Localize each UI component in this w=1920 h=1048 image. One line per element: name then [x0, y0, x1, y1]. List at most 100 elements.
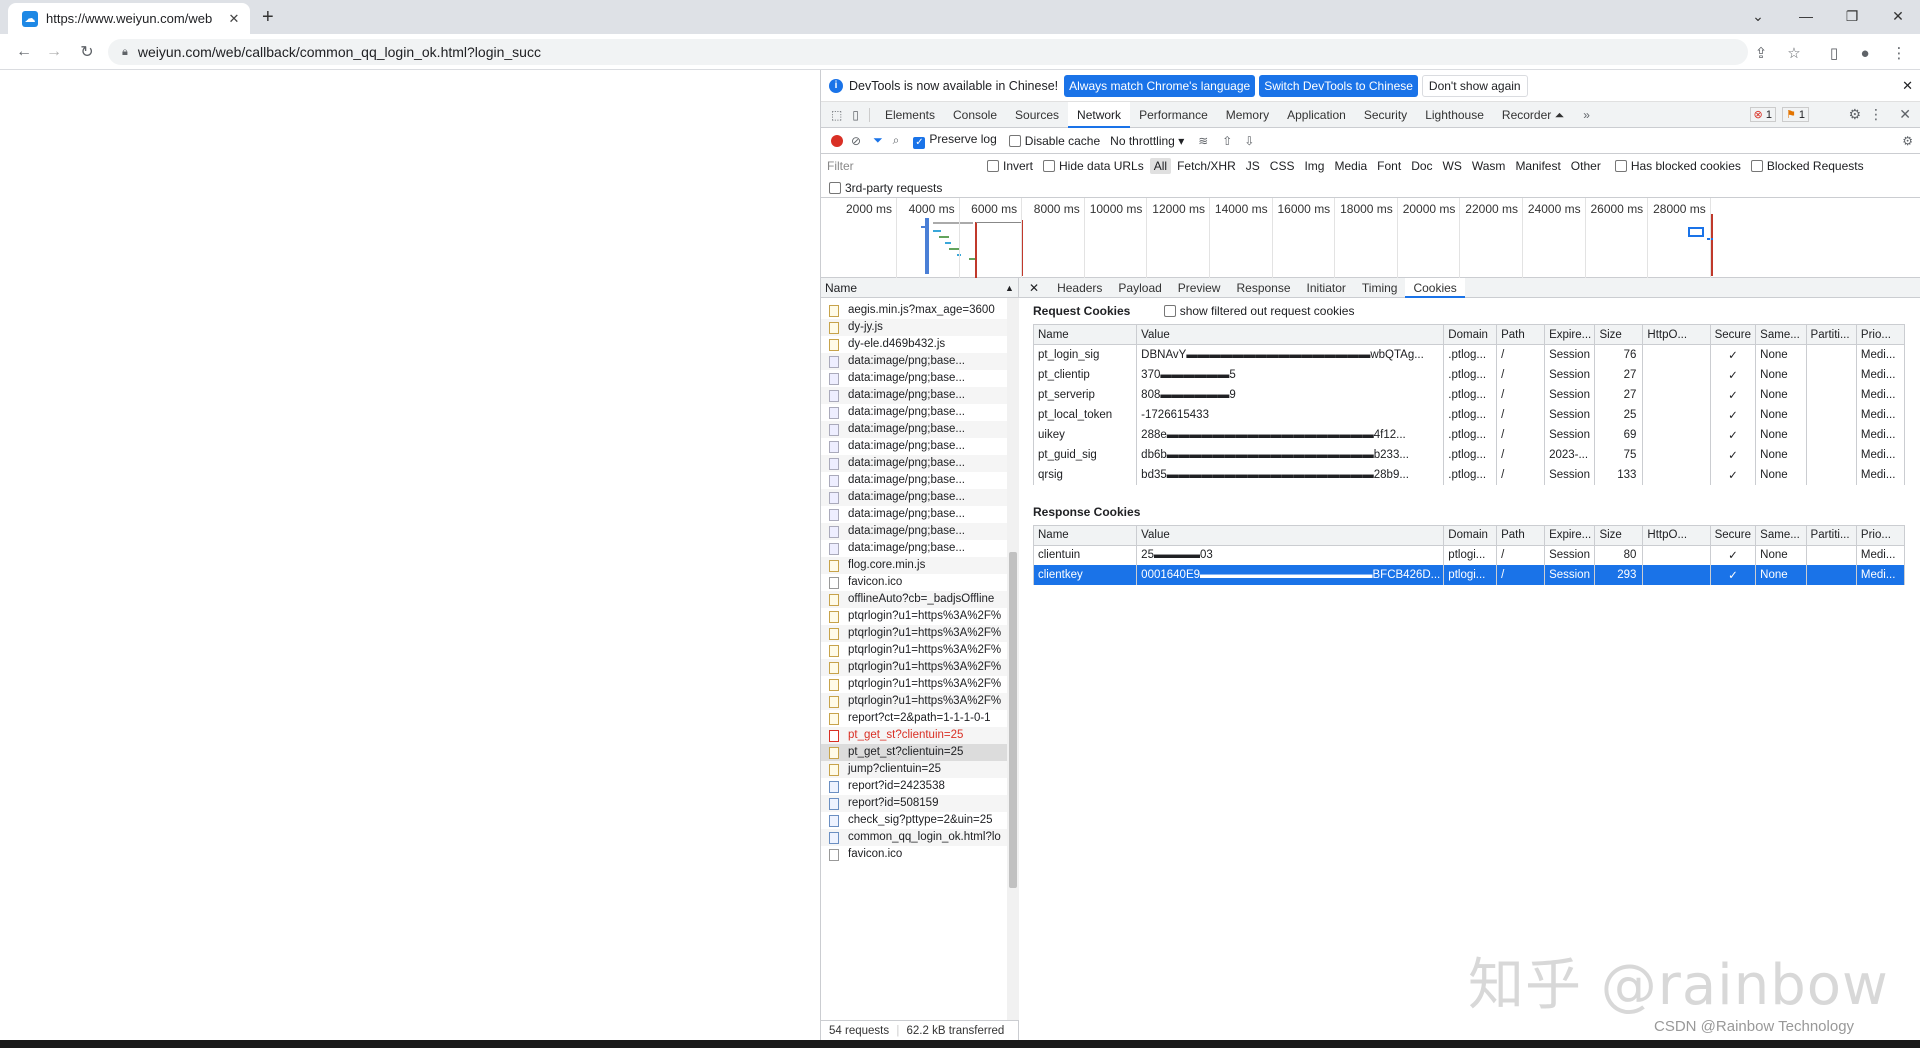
request-row[interactable]: favicon.ico — [821, 846, 1018, 863]
inspect-element-icon[interactable]: ⬚ — [821, 108, 848, 122]
devtools-tab-console[interactable]: Console — [944, 102, 1006, 128]
devtools-tab-network[interactable]: Network — [1068, 101, 1131, 128]
request-row[interactable]: pt_get_st?clientuin=25 — [821, 727, 1018, 744]
request-row[interactable]: pt_get_st?clientuin=25 — [821, 744, 1018, 761]
cookie-column-header[interactable]: Domain — [1443, 524, 1498, 546]
dont-show-again-button[interactable]: Don't show again — [1421, 74, 1528, 97]
filter-input[interactable]: Filter — [827, 159, 987, 173]
request-row[interactable]: data:image/png;base... — [821, 472, 1018, 489]
cookie-row[interactable]: pt_local_token -1726615433 .ptlog... / Sessi… — [1032, 404, 1906, 425]
cookie-column-header[interactable]: Size — [1594, 324, 1644, 345]
switch-to-chinese-button[interactable]: Switch DevTools to Chinese — [1259, 74, 1418, 97]
request-row[interactable]: data:image/png;base... — [821, 404, 1018, 421]
invert-checkbox[interactable]: Invert — [987, 159, 1033, 173]
filter-funnel-icon[interactable]: ⏷ — [873, 133, 883, 148]
side-panel-icon[interactable]: ▯ — [1823, 42, 1845, 64]
name-column-header[interactable]: Name ▲ — [821, 278, 1018, 298]
cookie-column-header[interactable]: Value — [1136, 524, 1445, 546]
cookie-column-header[interactable]: Same... — [1755, 524, 1807, 546]
cookie-column-header[interactable]: Partiti... — [1805, 524, 1857, 546]
request-row[interactable]: check_sig?pttype=2&uin=25 — [821, 812, 1018, 829]
request-row[interactable]: data:image/png;base... — [821, 438, 1018, 455]
disable-cache-checkbox[interactable]: Disable cache — [1008, 134, 1100, 148]
detail-tab-timing[interactable]: Timing — [1354, 278, 1406, 298]
close-devtools-icon[interactable]: ✕ — [1899, 106, 1911, 123]
request-row[interactable]: data:image/png;base... — [821, 370, 1018, 387]
devtools-tab-performance[interactable]: Performance — [1130, 102, 1217, 128]
request-row[interactable]: report?id=508159 — [821, 795, 1018, 812]
bookmark-star-icon[interactable]: ☆ — [1783, 42, 1805, 64]
cookie-row[interactable]: clientkey 0001640E9▬▬▬▬▬▬▬▬▬▬▬▬▬▬▬BFCB426… — [1032, 565, 1906, 585]
request-row[interactable]: jump?clientuin=25 — [821, 761, 1018, 778]
filter-type-manifest[interactable]: Manifest — [1511, 158, 1564, 174]
filter-type-wasm[interactable]: Wasm — [1468, 158, 1510, 174]
request-row[interactable]: ptqrlogin?u1=https%3A%2F% — [821, 608, 1018, 625]
warning-count-badge[interactable]: ⚑ 1 — [1781, 107, 1809, 122]
devtools-menu-icon[interactable]: ⋮ — [1869, 106, 1883, 123]
hide-data-urls-checkbox[interactable]: Hide data URLs — [1043, 159, 1144, 173]
third-party-checkbox[interactable]: 3rd-party requests — [829, 181, 942, 195]
request-row[interactable]: report?ct=2&path=1-1-1-0-1 — [821, 710, 1018, 727]
filter-type-img[interactable]: Img — [1300, 158, 1328, 174]
detail-tab-payload[interactable]: Payload — [1110, 278, 1169, 298]
devtools-tab-sources[interactable]: Sources — [1006, 102, 1068, 128]
cookie-column-header[interactable]: Partiti... — [1805, 324, 1857, 345]
filter-type-ws[interactable]: WS — [1439, 158, 1466, 174]
request-row[interactable]: data:image/png;base... — [821, 455, 1018, 472]
filter-type-media[interactable]: Media — [1330, 158, 1371, 174]
profile-avatar-icon[interactable]: ● — [1854, 42, 1876, 64]
request-row[interactable]: ptqrlogin?u1=https%3A%2F% — [821, 642, 1018, 659]
minimize-icon[interactable]: — — [1784, 4, 1828, 28]
blocked-requests-checkbox[interactable]: Blocked Requests — [1750, 159, 1864, 173]
cookie-column-header[interactable]: Expire... — [1544, 324, 1596, 345]
detail-tab-response[interactable]: Response — [1228, 278, 1298, 298]
search-icon[interactable]: ⌕ — [893, 133, 900, 148]
detail-tab-cookies[interactable]: Cookies — [1405, 277, 1465, 298]
request-row[interactable]: report?id=2423538 — [821, 778, 1018, 795]
cookie-row[interactable]: pt_clientip 370▬▬▬▬▬▬5 .ptlog... / Session 27… — [1032, 364, 1906, 385]
request-row[interactable]: ptqrlogin?u1=https%3A%2F% — [821, 625, 1018, 642]
request-row[interactable]: data:image/png;base... — [821, 506, 1018, 523]
share-icon[interactable]: ⇪ — [1750, 42, 1772, 64]
export-har-icon[interactable]: ⇩ — [1244, 134, 1254, 148]
cookie-column-header[interactable]: Name — [1032, 524, 1138, 546]
detail-tab-initiator[interactable]: Initiator — [1299, 278, 1354, 298]
filter-type-css[interactable]: CSS — [1266, 158, 1299, 174]
request-row[interactable]: ptqrlogin?u1=https%3A%2F% — [821, 659, 1018, 676]
tab-close-icon[interactable]: ✕ — [226, 11, 242, 27]
cookie-row[interactable]: pt_guid_sig db6b▬▬▬▬▬▬▬▬▬▬▬▬▬▬▬▬▬▬b233...… — [1032, 444, 1906, 465]
cookie-column-header[interactable]: Path — [1496, 324, 1546, 345]
cookie-column-header[interactable]: Same... — [1755, 324, 1807, 345]
devtools-tab-memory[interactable]: Memory — [1217, 102, 1278, 128]
clear-icon[interactable]: ⊘ — [851, 134, 861, 148]
filter-type-fetchxhr[interactable]: Fetch/XHR — [1173, 158, 1240, 174]
show-filtered-cookies-checkbox[interactable]: show filtered out request cookies — [1163, 304, 1354, 318]
has-blocked-cookies-checkbox[interactable]: Has blocked cookies — [1614, 159, 1741, 173]
request-row[interactable]: ptqrlogin?u1=https%3A%2F% — [821, 676, 1018, 693]
throttling-select[interactable]: No throttling ▾ — [1110, 134, 1184, 148]
request-row[interactable]: data:image/png;base... — [821, 523, 1018, 540]
filter-type-font[interactable]: Font — [1373, 158, 1405, 174]
always-match-language-button[interactable]: Always match Chrome's language — [1064, 74, 1256, 97]
network-conditions-icon[interactable]: ≋ — [1198, 134, 1208, 148]
cookie-column-header[interactable]: Size — [1594, 524, 1644, 546]
detail-tab-preview[interactable]: Preview — [1170, 278, 1229, 298]
cookie-row[interactable]: clientuin 25▬▬▬▬03 ptlogi... / Session 80 ✓ Non… — [1032, 545, 1906, 565]
filter-type-doc[interactable]: Doc — [1407, 158, 1436, 174]
error-count-badge[interactable]: ⊗ 1 — [1749, 107, 1776, 122]
cookie-column-header[interactable]: HttpO... — [1642, 524, 1711, 546]
filter-type-other[interactable]: Other — [1567, 158, 1605, 174]
devtools-tab-security[interactable]: Security — [1355, 102, 1416, 128]
request-row[interactable]: dy-jy.js — [821, 319, 1018, 336]
cookie-row[interactable]: pt_login_sig DBNAvY▬▬▬▬▬▬▬▬▬▬▬▬▬▬▬▬wbQTAg… — [1032, 344, 1906, 365]
request-row[interactable]: data:image/png;base... — [821, 540, 1018, 557]
address-bar[interactable]: 🔒︎ weiyun.com/web/callback/common_qq_log… — [108, 39, 1748, 65]
cookie-column-header[interactable]: HttpO... — [1642, 324, 1711, 345]
forward-icon[interactable]: → — [42, 41, 66, 63]
settings-gear-icon[interactable]: ⚙ — [1848, 106, 1861, 123]
import-har-icon[interactable]: ⇧ — [1222, 134, 1232, 148]
request-row[interactable]: dy-ele.d469b432.js — [821, 336, 1018, 353]
cookie-column-header[interactable]: Expire... — [1544, 524, 1596, 546]
back-icon[interactable]: ← — [12, 41, 36, 63]
request-row[interactable]: data:image/png;base... — [821, 421, 1018, 438]
